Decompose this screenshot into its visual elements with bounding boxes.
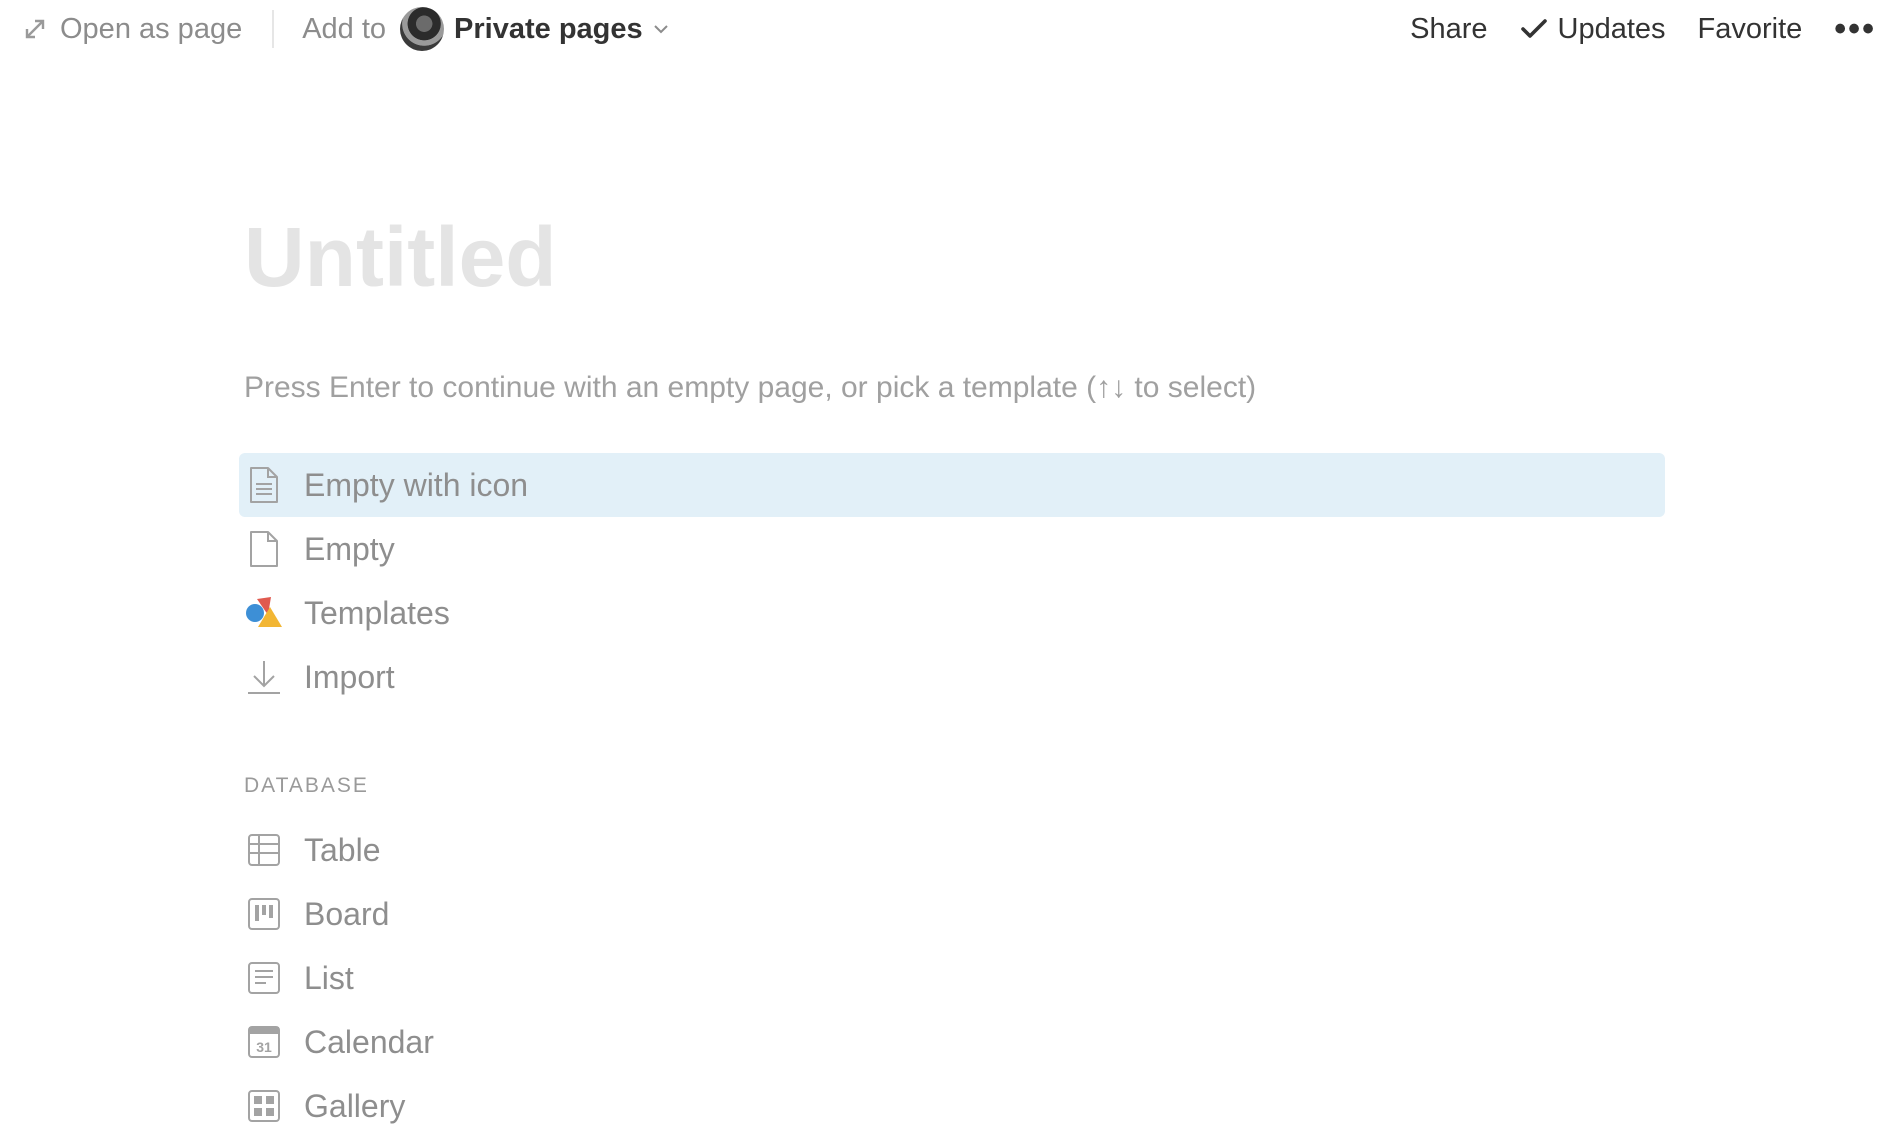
database-section-label: DATABASE — [244, 774, 369, 797]
database-gallery[interactable]: Gallery — [239, 1074, 1664, 1138]
database-list-item[interactable]: List — [239, 946, 1664, 1010]
template-label: Empty — [304, 530, 395, 567]
add-to-label: Add to — [302, 12, 387, 45]
table-icon — [244, 830, 284, 870]
template-templates[interactable]: Templates — [239, 581, 1665, 645]
top-bar-divider — [272, 10, 275, 48]
template-label: Templates — [304, 594, 450, 631]
page-title[interactable]: Untitled — [244, 215, 1664, 305]
updates-label: Updates — [1557, 12, 1666, 45]
more-options-button[interactable]: ••• — [1834, 12, 1876, 46]
database-label: List — [304, 959, 354, 996]
top-bar: Open as page Add to Private pages Share … — [0, 0, 1900, 58]
database-calendar[interactable]: 31 Calendar — [239, 1010, 1664, 1074]
favorite-label: Favorite — [1697, 12, 1803, 45]
template-empty-with-icon[interactable]: Empty with icon — [239, 453, 1665, 517]
template-empty[interactable]: Empty — [239, 517, 1665, 581]
database-label: Table — [304, 831, 381, 868]
board-icon — [244, 894, 284, 934]
list-icon — [244, 958, 284, 998]
expand-arrows-icon — [24, 18, 46, 40]
calendar-icon: 31 — [244, 1022, 284, 1062]
calendar-icon-text: 31 — [256, 1039, 272, 1055]
shapes-icon — [244, 593, 284, 633]
share-label: Share — [1410, 12, 1488, 45]
share-button[interactable]: Share — [1410, 13, 1487, 46]
top-bar-right: Share Updates Favorite ••• — [1378, 0, 1876, 58]
gallery-icon — [244, 1086, 284, 1126]
page-lines-icon — [244, 465, 284, 505]
chevron-down-icon — [653, 23, 669, 35]
more-dots-icon: ••• — [1834, 10, 1876, 48]
database-table[interactable]: Table — [239, 818, 1664, 882]
download-icon — [244, 657, 284, 697]
database-label: Gallery — [304, 1087, 406, 1124]
database-label: Calendar — [304, 1023, 434, 1060]
workspace-name: Private pages — [454, 12, 643, 45]
template-import[interactable]: Import — [239, 645, 1665, 709]
template-label: Empty with icon — [304, 466, 529, 503]
database-label: Board — [304, 895, 390, 932]
template-hint: Press Enter to continue with an empty pa… — [244, 371, 1257, 404]
favorite-button[interactable]: Favorite — [1698, 13, 1803, 46]
page-content: Untitled Press Enter to continue with an… — [239, 200, 1665, 1138]
check-icon — [1520, 17, 1548, 41]
database-list: Table Board List 31 Calendar Gallery — [239, 818, 1664, 1138]
database-board[interactable]: Board — [239, 882, 1664, 946]
template-list: Empty with icon Empty Templates Import — [239, 453, 1665, 709]
open-as-page-button[interactable]: Open as page — [24, 13, 242, 46]
open-as-page-label: Open as page — [60, 12, 243, 45]
template-label: Import — [304, 658, 395, 695]
top-bar-left: Open as page Add to Private pages — [24, 0, 669, 58]
avatar — [400, 7, 445, 51]
add-to-button[interactable]: Add to Private pages — [302, 7, 668, 51]
updates-button[interactable]: Updates — [1520, 13, 1666, 46]
page-icon — [244, 529, 284, 569]
